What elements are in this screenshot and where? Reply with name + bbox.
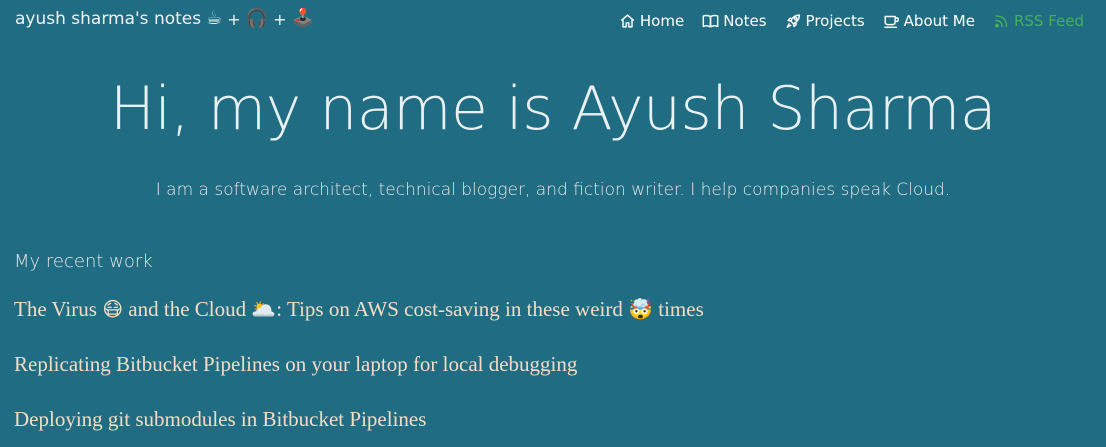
nav-projects-label: Projects: [805, 12, 865, 30]
hero-subtitle: I am a software architect, technical blo…: [155, 180, 951, 200]
nav-notes-label: Notes: [723, 12, 767, 30]
post-1-text-d: times: [653, 297, 704, 321]
headphones-emoji-icon: 🎧: [245, 8, 269, 29]
sun-behind-cloud-emoji-icon: 🌥️: [251, 297, 277, 321]
main-nav: Home Notes Projects About Me RSS Feed: [618, 12, 1084, 30]
exploding-head-emoji-icon: 🤯: [628, 297, 654, 321]
post-link-bitbucket-local-debugging[interactable]: Replicating Bitbucket Pipelines on your …: [14, 352, 577, 377]
top-navbar: ayush sharma's notes ☕ + 🎧 + 🕹️ Home Not…: [0, 0, 1106, 46]
site-brand[interactable]: ayush sharma's notes ☕ + 🎧 + 🕹️: [15, 9, 314, 29]
post-1-text-a: The Virus: [14, 297, 103, 321]
coffee-cup-icon: [882, 12, 901, 30]
nav-rss-feed[interactable]: RSS Feed: [992, 12, 1084, 30]
rocket-icon: [784, 12, 803, 30]
coffee-emoji-icon: ☕: [206, 8, 223, 29]
home-icon: [618, 12, 637, 30]
nav-projects[interactable]: Projects: [784, 12, 865, 30]
nav-notes[interactable]: Notes: [701, 12, 767, 30]
post-1-text-b: and the Cloud: [123, 297, 252, 321]
nav-about-label: About Me: [903, 12, 975, 30]
post-link-virus-cloud[interactable]: The Virus 😷 and the Cloud 🌥️: Tips on AW…: [14, 297, 704, 322]
recent-work-heading: My recent work: [14, 251, 153, 272]
hero-title: Hi, my name is Ayush Sharma: [109, 74, 997, 144]
post-1-text-c: : Tips on AWS cost-saving in these weird: [276, 297, 629, 321]
joystick-emoji-icon: 🕹️: [291, 8, 314, 29]
mask-face-emoji-icon: 😷: [102, 297, 124, 321]
nav-home[interactable]: Home: [618, 12, 684, 30]
nav-rss-label: RSS Feed: [1013, 12, 1084, 30]
brand-plus-1: +: [227, 9, 241, 29]
nav-home-label: Home: [639, 12, 685, 30]
site-title[interactable]: ayush sharma's notes: [15, 9, 201, 29]
book-icon: [701, 12, 720, 30]
nav-about-me[interactable]: About Me: [882, 12, 975, 30]
post-link-git-submodules[interactable]: Deploying git submodules in Bitbucket Pi…: [14, 407, 426, 432]
brand-plus-2: +: [273, 9, 287, 29]
rss-icon: [992, 12, 1011, 30]
